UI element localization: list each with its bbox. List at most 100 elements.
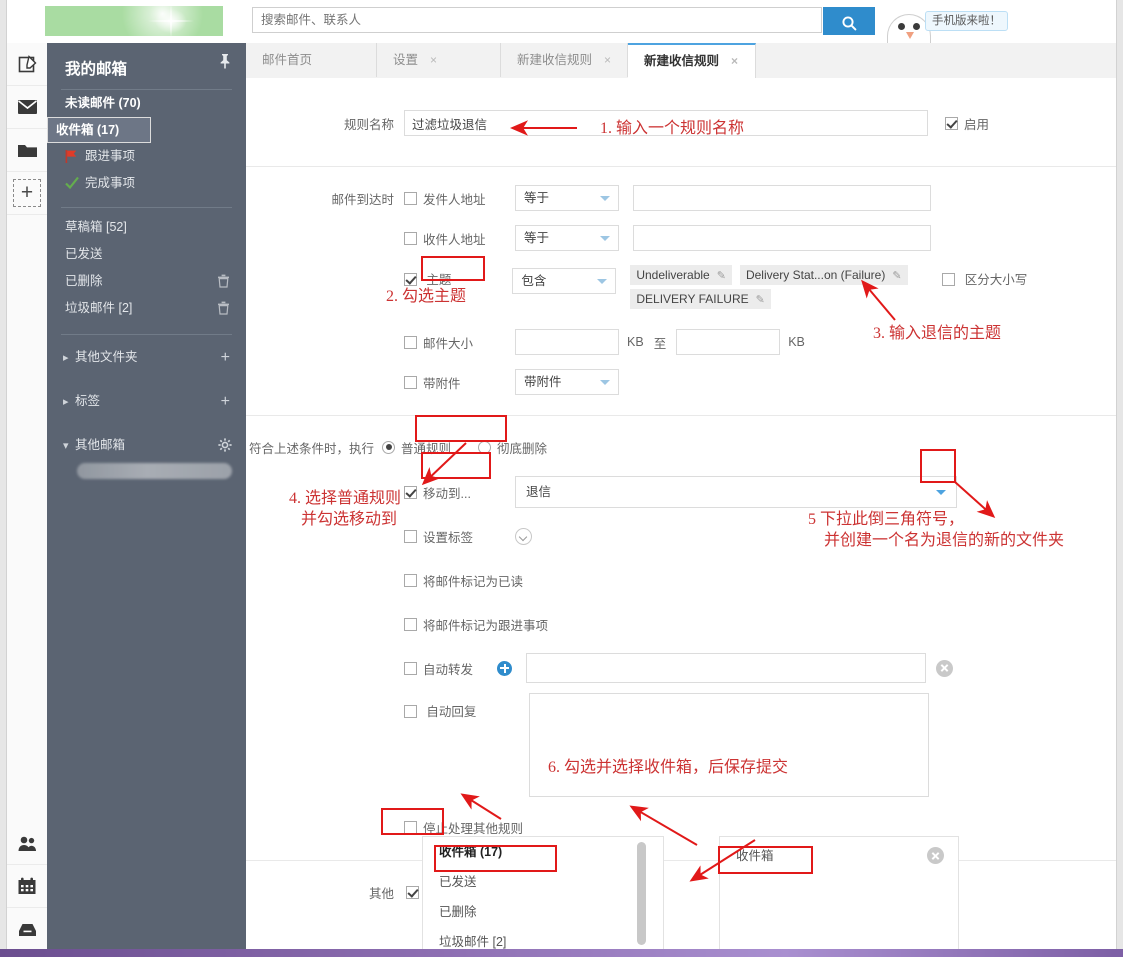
tab-settings[interactable]: 设置 × xyxy=(377,43,501,77)
redacted-mailbox-entry xyxy=(77,463,232,479)
sidebar-item-drafts[interactable]: 草稿箱 [52] xyxy=(47,214,246,241)
size-max-input[interactable] xyxy=(676,329,780,355)
sidebar-item-unread[interactable]: 未读邮件 (70) xyxy=(47,90,246,117)
brand-logo xyxy=(45,6,223,36)
action-set-label-checkbox[interactable] xyxy=(404,530,417,543)
condition-sender-checkbox[interactable] xyxy=(404,192,417,205)
add-forward-address-icon[interactable] xyxy=(497,661,512,676)
rail-item-contacts[interactable] xyxy=(7,822,47,865)
action-auto-forward-checkbox[interactable] xyxy=(404,662,417,675)
action-auto-reply-checkbox[interactable] xyxy=(404,705,417,718)
plus-icon: + xyxy=(13,179,41,207)
rail-item-mail[interactable] xyxy=(7,86,47,129)
sidebar-group-other-folders[interactable]: ▸其他文件夹 + xyxy=(47,342,246,373)
condition-subject-label: 主题 xyxy=(426,269,512,288)
remove-forward-address-icon[interactable] xyxy=(936,660,953,677)
action-mark-read-checkbox[interactable] xyxy=(404,574,417,587)
sidebar-item-completed[interactable]: 完成事项 xyxy=(47,170,246,197)
mascot-eye-right-icon xyxy=(913,23,920,30)
sidebar-group-labels[interactable]: ▸标签 + xyxy=(47,386,246,417)
rail-item-folder[interactable] xyxy=(7,129,47,172)
folder-list-item[interactable]: 已删除 xyxy=(423,897,663,927)
rail-item-calendar[interactable] xyxy=(7,865,47,908)
rail-item-add[interactable]: + xyxy=(7,172,47,215)
mobile-promo-bubble[interactable]: 手机版来啦！ xyxy=(925,11,1008,31)
edit-pencil-icon[interactable]: ✎ xyxy=(717,270,726,282)
selected-folder-item[interactable]: 收件箱 xyxy=(720,837,958,871)
remove-selected-folder-icon[interactable] xyxy=(927,847,944,864)
sidebar-item-sent[interactable]: 已发送 xyxy=(47,241,246,268)
chevron-down-icon[interactable] xyxy=(936,490,946,495)
subject-chip[interactable]: DELIVERY FAILURE✎ xyxy=(630,289,771,309)
sidebar-item-followup[interactable]: 跟进事项 xyxy=(47,143,246,170)
window-bottom-accent xyxy=(0,949,1123,957)
attachment-operator-select[interactable]: 带附件 xyxy=(515,369,619,395)
subject-chip[interactable]: Delivery Stat...on (Failure)✎ xyxy=(740,265,908,285)
action-stop-other-rules-checkbox[interactable] xyxy=(404,821,417,834)
tab-close-icon[interactable]: × xyxy=(604,43,611,77)
folder-source-list[interactable]: 收件箱 (17) 已发送 已删除 垃圾邮件 [2] xyxy=(422,836,664,951)
tab-close-icon[interactable]: × xyxy=(731,45,738,77)
mailbox-sidebar: 我的邮箱 未读邮件 (70) 收件箱 (17) 跟进事项 完成事项 草稿箱 [5… xyxy=(47,43,246,951)
gear-icon[interactable] xyxy=(218,438,232,452)
chevron-right-icon: ▸ xyxy=(63,387,75,418)
condition-sender-input[interactable] xyxy=(633,185,931,211)
action-radio-normal[interactable] xyxy=(382,441,395,454)
condition-size-checkbox[interactable] xyxy=(404,336,417,349)
add-folder-icon[interactable]: + xyxy=(221,342,230,373)
other-section: 其他 保存成功后对历史邮件执行新规则 xyxy=(246,861,1116,907)
tab-close-icon[interactable]: × xyxy=(430,43,437,77)
case-sensitive-checkbox[interactable] xyxy=(942,273,955,286)
forward-address-input[interactable] xyxy=(526,653,926,683)
condition-recipient-checkbox[interactable] xyxy=(404,232,417,245)
move-to-folder-select[interactable]: 退信 xyxy=(515,476,957,508)
search-button[interactable] xyxy=(823,7,875,35)
search-input[interactable] xyxy=(252,7,822,33)
rule-name-input[interactable] xyxy=(404,110,928,136)
label-picker-icon[interactable] xyxy=(515,528,532,545)
rule-enabled-checkbox[interactable] xyxy=(945,117,958,130)
condition-recipient-input[interactable] xyxy=(633,225,931,251)
move-to-checkbox[interactable] xyxy=(404,486,417,499)
sidebar-group-other-mailboxes[interactable]: ▾其他邮箱 xyxy=(47,430,246,461)
action-radio-purge[interactable] xyxy=(478,441,491,454)
condition-subject-checkbox[interactable] xyxy=(404,273,417,286)
rule-enabled-label: 启用 xyxy=(964,114,989,133)
sidebar-item-spam[interactable]: 垃圾邮件 [2] xyxy=(47,295,246,322)
auto-reply-textarea[interactable] xyxy=(529,693,929,797)
folder-list-item[interactable]: 垃圾邮件 [2] xyxy=(423,927,663,951)
sidebar-item-label: 收件箱 (17) xyxy=(56,123,119,137)
tab-mail-home[interactable]: 邮件首页 xyxy=(246,43,377,77)
rail-item-compose[interactable] xyxy=(7,43,47,86)
add-label-icon[interactable]: + xyxy=(221,386,230,417)
folder-list-scrollbar[interactable] xyxy=(637,842,646,945)
tab-label: 设置 xyxy=(393,53,418,67)
condition-subject-operator-select[interactable]: 包含 xyxy=(512,268,616,294)
action-mark-followup-checkbox[interactable] xyxy=(404,618,417,631)
size-min-input[interactable] xyxy=(515,329,619,355)
folder-selected-list[interactable]: 收件箱 xyxy=(719,836,959,951)
subject-chip[interactable]: Undeliverable✎ xyxy=(630,265,732,285)
edit-pencil-icon[interactable]: ✎ xyxy=(892,270,901,282)
sidebar-item-inbox[interactable]: 收件箱 (17) xyxy=(47,117,151,143)
trash-icon[interactable] xyxy=(217,274,230,288)
conditions-label: 邮件到达时 xyxy=(246,189,404,208)
tab-new-rule-1[interactable]: 新建收信规则× xyxy=(501,43,628,77)
condition-attachment-checkbox[interactable] xyxy=(404,376,417,389)
rail-item-tray[interactable] xyxy=(7,908,47,951)
trash-icon[interactable] xyxy=(217,301,230,315)
action-radio-purge-label: 彻底删除 xyxy=(497,438,547,457)
condition-recipient-operator-value: 等于 xyxy=(524,231,549,245)
size-unit-min: KB xyxy=(627,335,644,349)
tab-new-rule-2[interactable]: 新建收信规则× xyxy=(628,43,756,78)
folder-list-item[interactable]: 已发送 xyxy=(423,867,663,897)
pin-icon[interactable] xyxy=(218,53,232,69)
edit-pencil-icon[interactable]: ✎ xyxy=(756,294,765,306)
apply-history-checkbox[interactable] xyxy=(406,886,419,899)
sidebar-group-label: 其他邮箱 xyxy=(75,438,125,452)
condition-sender-operator-select[interactable]: 等于 xyxy=(515,185,619,211)
folder-list-item[interactable]: 收件箱 (17) xyxy=(423,837,663,867)
condition-recipient-operator-select[interactable]: 等于 xyxy=(515,225,619,251)
condition-subject-chip-list[interactable]: Undeliverable✎ Delivery Stat...on (Failur… xyxy=(630,263,928,313)
sidebar-item-deleted[interactable]: 已删除 xyxy=(47,268,246,295)
